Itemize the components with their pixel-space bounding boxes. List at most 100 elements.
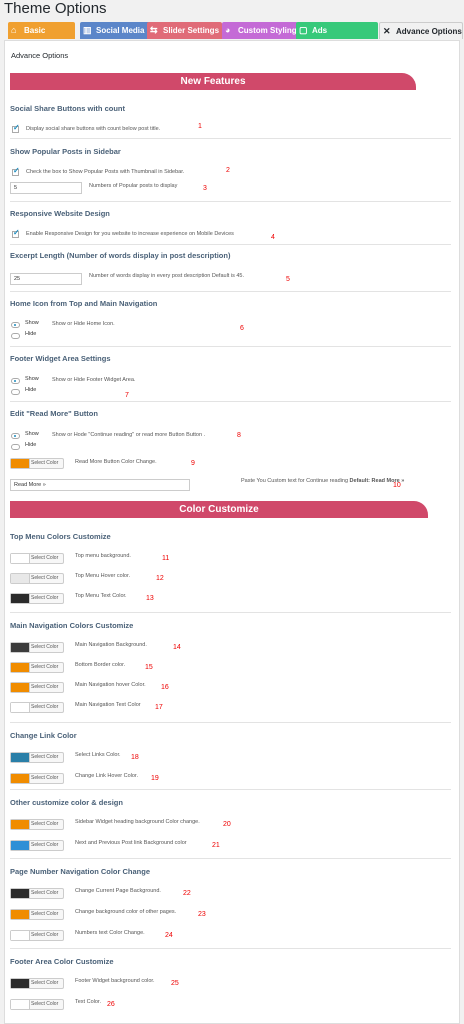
select-color-label: Select Color	[31, 932, 59, 938]
color-option-label: Main Navigation Text Color	[75, 702, 141, 708]
read-more-color-picker[interactable]: Select Color	[10, 458, 64, 469]
read-more-label: Show or Hode "Continue reading" or read …	[52, 432, 206, 438]
ads-icon: ▢	[299, 25, 308, 35]
annotation-number: 17	[155, 704, 163, 711]
divider	[10, 612, 451, 613]
read-more-text-label: Paste You Custom text for Continue readi…	[241, 478, 405, 484]
tab-advance-options[interactable]: ✕ Advance Options	[379, 22, 463, 39]
divider	[10, 291, 451, 292]
color-picker[interactable]: Select Color	[10, 840, 64, 851]
color-option-label: Top Menu Text Color.	[75, 593, 127, 599]
section-title: Page Number Navigation Color Change	[10, 867, 151, 876]
color-swatch	[11, 889, 30, 898]
color-picker[interactable]: Select Color	[10, 682, 64, 693]
color-picker[interactable]: Select Color	[10, 888, 64, 899]
popular-count-input[interactable]: 5	[10, 182, 82, 194]
share-checkbox[interactable]	[12, 123, 20, 133]
banner-new-features: New Features	[10, 73, 416, 90]
radio-label: Hide	[25, 387, 37, 393]
divider	[10, 722, 451, 723]
footer-widget-label: Show or Hide Footer Widget Area.	[52, 377, 136, 383]
color-option-label: Top menu background.	[75, 553, 131, 559]
section-title: Social Share Buttons with count	[10, 104, 126, 113]
color-swatch	[11, 979, 30, 988]
annotation-number: 18	[131, 754, 139, 761]
select-color-label: Select Color	[31, 644, 59, 650]
color-picker[interactable]: Select Color	[10, 573, 64, 584]
color-picker[interactable]: Select Color	[10, 773, 64, 784]
read-more-hide-radio[interactable]	[11, 444, 20, 450]
color-picker[interactable]: Select Color	[10, 819, 64, 830]
tab-slider-settings[interactable]: ⇆ Slider Settings	[147, 22, 222, 39]
excerpt-label: Number of words display in every post de…	[89, 273, 244, 279]
popular-label: Check the box to Show Popular Posts with…	[26, 169, 185, 175]
annotation-number: 6	[240, 325, 244, 332]
color-picker[interactable]: Select Color	[10, 593, 64, 604]
home-icon-show-radio[interactable]	[11, 322, 20, 328]
radio-label: Show	[25, 320, 39, 326]
annotation-number: 19	[151, 775, 159, 782]
read-more-text-input[interactable]: Read More »	[10, 479, 190, 491]
select-color-label: Select Color	[31, 890, 59, 896]
responsive-checkbox[interactable]	[12, 228, 20, 238]
annotation-number: 3	[203, 185, 207, 192]
annotation-number: 24	[165, 932, 173, 939]
color-picker[interactable]: Select Color	[10, 978, 64, 989]
color-swatch	[11, 910, 30, 919]
color-swatch	[11, 643, 30, 652]
section-title: Show Popular Posts in Sidebar	[10, 147, 121, 156]
share-label: Display social share buttons with count …	[26, 126, 161, 132]
page-title: Theme Options	[4, 0, 107, 17]
divider	[10, 138, 451, 139]
read-more-show-radio[interactable]	[11, 433, 20, 439]
select-color-label: Select Color	[31, 555, 59, 561]
color-picker[interactable]: Select Color	[10, 930, 64, 941]
section-title: Edit "Read More" Button	[10, 409, 98, 418]
select-color-label: Select Color	[31, 821, 59, 827]
excerpt-length-input[interactable]: 25	[10, 273, 82, 285]
select-color-label: Select Color	[31, 595, 59, 601]
divider	[10, 201, 451, 202]
color-swatch	[11, 594, 30, 603]
annotation-number: 14	[173, 644, 181, 651]
options-panel: Advance Options New Features Social Shar…	[4, 40, 460, 1024]
banner-color-customize: Color Customize	[10, 501, 428, 518]
annotation-number: 7	[125, 392, 129, 399]
wrench-icon: ✕	[383, 26, 391, 36]
color-swatch	[11, 663, 30, 672]
color-option-label: Bottom Border color.	[75, 662, 126, 668]
popular-count-label: Numbers of Popular posts to display	[89, 183, 178, 189]
select-color-label: Select Color	[31, 460, 59, 466]
tab-ads-management[interactable]: ▢Ads Management	[296, 22, 378, 52]
select-color-label: Select Color	[31, 1001, 59, 1007]
divider	[10, 346, 451, 347]
read-more-color-label: Read More Button Color Change.	[75, 459, 157, 465]
color-picker[interactable]: Select Color	[10, 553, 64, 564]
tab-social-media[interactable]: ▥ Social Media	[80, 22, 151, 39]
tab-basic-settings[interactable]: ⌂Basic Settings	[8, 22, 75, 52]
popular-checkbox[interactable]	[12, 166, 20, 176]
home-icon-hide-radio[interactable]	[11, 333, 20, 339]
footer-widget-hide-radio[interactable]	[11, 389, 20, 395]
color-swatch	[11, 753, 30, 762]
annotation-number: 5	[286, 276, 290, 283]
color-picker[interactable]: Select Color	[10, 642, 64, 653]
color-picker[interactable]: Select Color	[10, 999, 64, 1010]
color-swatch	[11, 703, 30, 712]
annotation-number: 12	[156, 575, 164, 582]
color-picker[interactable]: Select Color	[10, 909, 64, 920]
color-option-label: Main Navigation hover Color.	[75, 682, 146, 688]
home-icon: ⌂	[11, 25, 17, 35]
color-picker[interactable]: Select Color	[10, 752, 64, 763]
section-subheading: Advance Options	[11, 51, 69, 60]
footer-widget-show-radio[interactable]	[11, 378, 20, 384]
color-picker[interactable]: Select Color	[10, 702, 64, 713]
color-option-label: Footer Widget background color.	[75, 978, 155, 984]
radio-label: Hide	[25, 442, 37, 448]
tab-custom-styling[interactable]: ◕ Custom Styling	[222, 22, 298, 39]
select-color-label: Select Color	[31, 842, 59, 848]
chart-icon: ▥	[83, 25, 92, 35]
section-title: Top Menu Colors Customize	[10, 532, 111, 541]
color-picker[interactable]: Select Color	[10, 662, 64, 673]
annotation-number: 23	[198, 911, 206, 918]
